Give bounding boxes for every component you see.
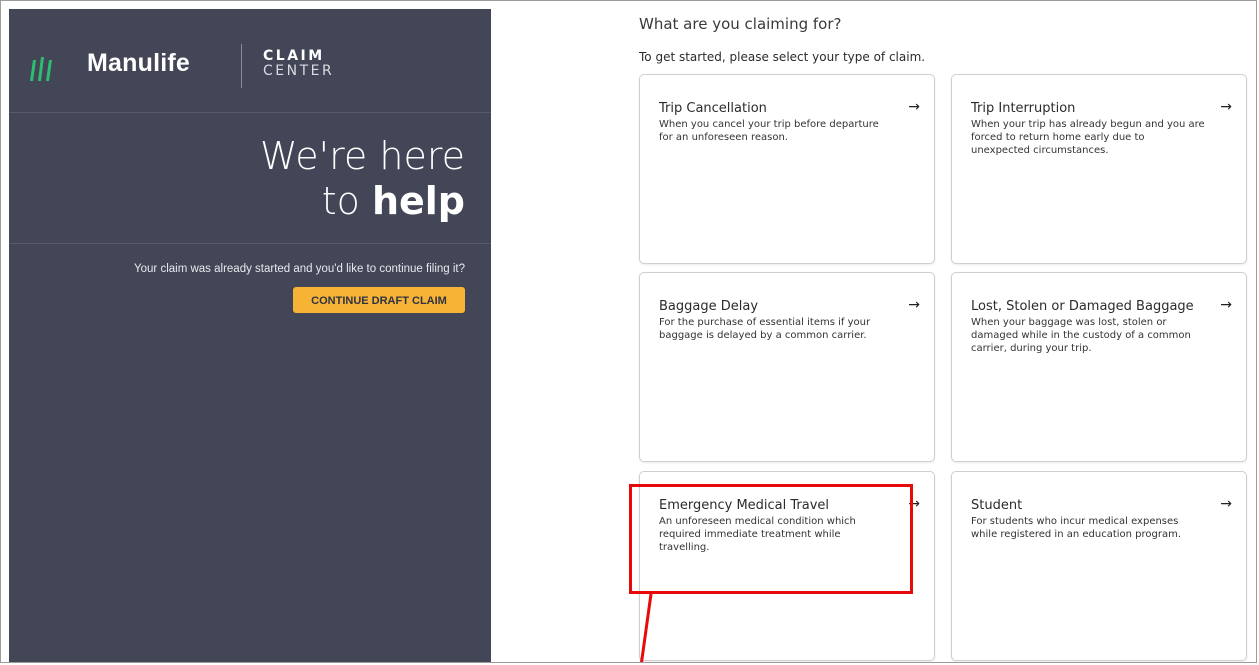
product-name-line2: CENTER (263, 63, 335, 79)
hero-line2-prefix: to (321, 179, 372, 223)
hero-line2-strong: help (371, 179, 465, 223)
arrow-right-icon: → (1220, 297, 1232, 313)
claim-card-baggage-delay[interactable]: Baggage Delay For the purchase of essent… (639, 272, 935, 462)
product-name: CLAIM CENTER (263, 49, 334, 79)
continue-draft-claim-button[interactable]: CONTINUE DRAFT CLAIM (293, 287, 465, 313)
card-description: When your baggage was lost, stolen or da… (971, 317, 1191, 354)
draft-claim-prompt: Your claim was already started and you'd… (134, 263, 465, 275)
card-description: When your trip has already begun and you… (971, 119, 1205, 156)
logo-divider (241, 44, 242, 88)
page-subtitle: To get started, please select your type … (639, 50, 926, 64)
arrow-right-icon: → (1220, 496, 1232, 512)
hero-heading: We're here to help (260, 134, 465, 224)
card-title: Trip Interruption (971, 101, 1076, 116)
manulife-logo-icon (30, 57, 52, 81)
claim-card-trip-cancellation[interactable]: Trip Cancellation When you cancel your t… (639, 74, 935, 264)
card-title: Baggage Delay (659, 299, 759, 314)
claim-card-trip-interruption[interactable]: Trip Interruption When your trip has alr… (951, 74, 1247, 264)
product-name-line1: CLAIM (263, 48, 325, 64)
hero-line1: We're here (259, 134, 465, 178)
brand-name: Manulife (87, 49, 190, 77)
arrow-right-icon: → (1220, 99, 1232, 115)
card-description: For students who incur medical expenses … (971, 516, 1182, 540)
annotation-highlight-box (629, 484, 913, 594)
card-description: When you cancel your trip before departu… (659, 119, 879, 143)
card-title: Lost, Stolen or Damaged Baggage (971, 299, 1194, 314)
page-title: What are you claiming for? (639, 15, 842, 33)
card-title: Trip Cancellation (659, 101, 767, 116)
sidebar-divider-top (9, 112, 491, 113)
claim-card-student[interactable]: Student For students who incur medical e… (951, 471, 1247, 661)
card-description: For the purchase of essential items if y… (659, 317, 871, 341)
sidebar-divider-bottom (9, 243, 491, 244)
hero-line2: to help (260, 179, 465, 224)
arrow-right-icon: → (908, 297, 920, 313)
arrow-right-icon: → (908, 99, 920, 115)
claim-type-panel: What are you claiming for? To get starte… (491, 1, 1256, 662)
page-frame: Manulife CLAIM CENTER We're here to help… (0, 0, 1257, 663)
card-title: Student (971, 498, 1023, 513)
sidebar: Manulife CLAIM CENTER We're here to help… (9, 9, 491, 662)
claim-card-lost-stolen-damaged-baggage[interactable]: Lost, Stolen or Damaged Baggage When you… (951, 272, 1247, 462)
logo[interactable]: Manulife CLAIM CENTER (17, 44, 491, 88)
